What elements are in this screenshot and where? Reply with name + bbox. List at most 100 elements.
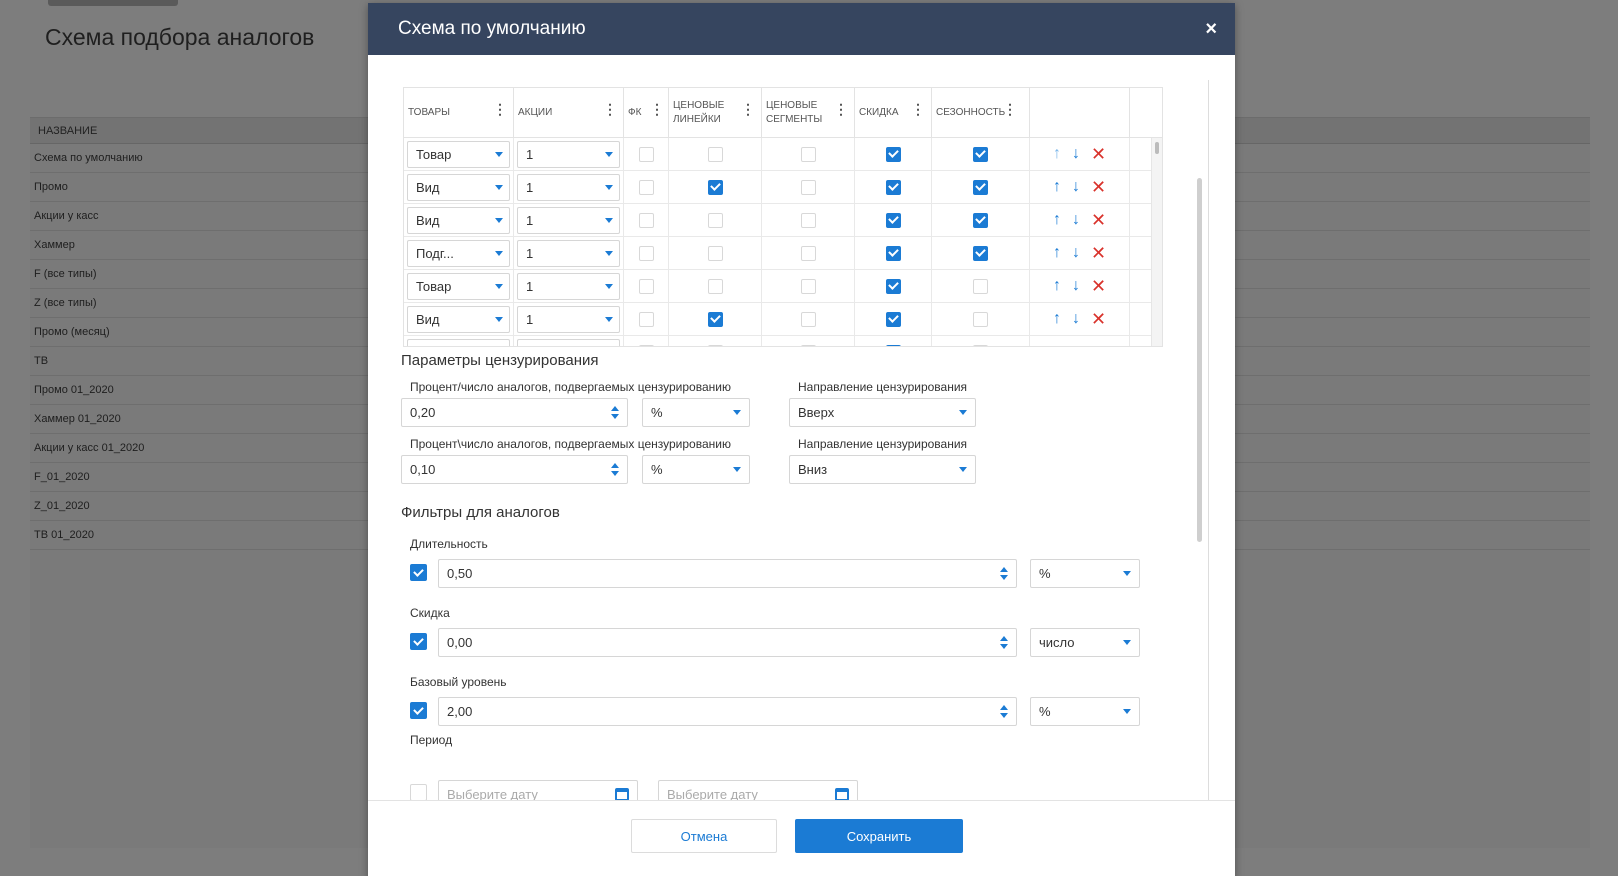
column-menu-icon[interactable]: ⋮ bbox=[650, 102, 664, 116]
seasonality-checkbox[interactable] bbox=[973, 146, 988, 162]
move-up-icon[interactable]: ↑ bbox=[1053, 277, 1061, 295]
price-lines-checkbox[interactable] bbox=[707, 245, 723, 261]
spinner-icon[interactable] bbox=[1000, 705, 1008, 718]
fk-checkbox[interactable] bbox=[638, 278, 654, 294]
move-up-icon[interactable]: ↑ bbox=[1053, 178, 1061, 196]
seasonality-checkbox[interactable] bbox=[973, 344, 988, 346]
price-segments-checkbox[interactable] bbox=[800, 344, 816, 346]
censoring-unit-select[interactable]: % bbox=[642, 398, 750, 427]
move-up-icon[interactable]: ↑ bbox=[1053, 211, 1061, 229]
filter-baseline-checkbox[interactable] bbox=[410, 702, 427, 719]
spinner-icon[interactable] bbox=[611, 463, 619, 476]
column-menu-icon[interactable]: ⋮ bbox=[603, 102, 617, 116]
price-lines-checkbox[interactable] bbox=[707, 212, 723, 228]
promos-select[interactable]: 1 bbox=[517, 173, 620, 201]
promos-select[interactable]: 1 bbox=[517, 140, 620, 168]
fk-checkbox[interactable] bbox=[638, 179, 654, 195]
save-button[interactable]: Сохранить bbox=[795, 819, 963, 853]
price-segments-checkbox[interactable] bbox=[800, 179, 816, 195]
goods-select[interactable]: Подг... bbox=[407, 239, 510, 267]
price-segments-checkbox[interactable] bbox=[800, 311, 816, 327]
column-menu-icon[interactable]: ⋮ bbox=[1003, 102, 1017, 116]
filter-discount-checkbox[interactable] bbox=[410, 633, 427, 650]
goods-select[interactable]: Вид bbox=[407, 173, 510, 201]
period-from-input[interactable]: Выберите дату bbox=[438, 780, 638, 800]
goods-select[interactable]: Вид bbox=[407, 305, 510, 333]
cancel-button[interactable]: Отмена bbox=[631, 819, 777, 853]
period-to-input[interactable]: Выберите дату bbox=[658, 780, 858, 800]
column-menu-icon[interactable]: ⋮ bbox=[741, 102, 755, 116]
price-segments-checkbox[interactable] bbox=[800, 245, 816, 261]
fk-checkbox[interactable] bbox=[638, 311, 654, 327]
move-up-icon[interactable]: ↑ bbox=[1053, 343, 1061, 346]
move-down-icon[interactable]: ↓ bbox=[1072, 343, 1080, 346]
delete-icon[interactable]: ✕ bbox=[1091, 144, 1106, 165]
fk-checkbox[interactable] bbox=[638, 212, 654, 228]
promos-select[interactable]: 1 bbox=[517, 272, 620, 300]
promos-select[interactable]: 1 bbox=[517, 206, 620, 234]
seasonality-checkbox[interactable] bbox=[973, 278, 988, 294]
price-segments-checkbox[interactable] bbox=[800, 278, 816, 294]
censoring-count-input[interactable]: 0,20 bbox=[401, 398, 628, 427]
fk-checkbox[interactable] bbox=[638, 146, 654, 162]
discount-checkbox[interactable] bbox=[885, 344, 901, 346]
delete-icon[interactable]: ✕ bbox=[1091, 276, 1106, 297]
move-down-icon[interactable]: ↓ bbox=[1072, 244, 1080, 262]
delete-icon[interactable]: ✕ bbox=[1091, 177, 1106, 198]
fk-checkbox[interactable] bbox=[638, 344, 654, 346]
filter-duration-checkbox[interactable] bbox=[410, 564, 427, 581]
goods-select[interactable]: Вид bbox=[407, 338, 510, 346]
promos-select[interactable]: 1 bbox=[517, 338, 620, 346]
seasonality-checkbox[interactable] bbox=[973, 212, 988, 228]
censoring-count-input[interactable]: 0,10 bbox=[401, 455, 628, 484]
price-segments-checkbox[interactable] bbox=[800, 146, 816, 162]
promos-select[interactable]: 1 bbox=[517, 239, 620, 267]
goods-select[interactable]: Вид bbox=[407, 206, 510, 234]
seasonality-checkbox[interactable] bbox=[973, 179, 988, 195]
move-up-icon[interactable]: ↑ bbox=[1053, 145, 1061, 163]
move-up-icon[interactable]: ↑ bbox=[1053, 244, 1061, 262]
filter-duration-input[interactable]: 0,50 bbox=[438, 559, 1017, 588]
delete-icon[interactable]: ✕ bbox=[1091, 210, 1106, 231]
spinner-icon[interactable] bbox=[1000, 567, 1008, 580]
price-lines-checkbox[interactable] bbox=[707, 179, 723, 195]
move-down-icon[interactable]: ↓ bbox=[1072, 277, 1080, 295]
column-menu-icon[interactable]: ⋮ bbox=[911, 102, 925, 116]
close-icon[interactable]: × bbox=[1205, 19, 1217, 39]
spinner-icon[interactable] bbox=[611, 406, 619, 419]
seasonality-checkbox[interactable] bbox=[973, 245, 988, 261]
discount-checkbox[interactable] bbox=[885, 146, 901, 162]
filter-discount-unit-select[interactable]: число bbox=[1030, 628, 1140, 657]
move-down-icon[interactable]: ↓ bbox=[1072, 310, 1080, 328]
move-down-icon[interactable]: ↓ bbox=[1072, 211, 1080, 229]
price-lines-checkbox[interactable] bbox=[707, 311, 723, 327]
price-lines-checkbox[interactable] bbox=[707, 146, 723, 162]
delete-icon[interactable]: ✕ bbox=[1091, 342, 1106, 347]
grid-scroll-thumb[interactable] bbox=[1155, 142, 1159, 154]
grid-scrollbar[interactable] bbox=[1151, 138, 1162, 346]
move-up-icon[interactable]: ↑ bbox=[1053, 310, 1061, 328]
price-lines-checkbox[interactable] bbox=[707, 344, 723, 346]
goods-select[interactable]: Товар bbox=[407, 272, 510, 300]
promos-select[interactable]: 1 bbox=[517, 305, 620, 333]
censoring-unit-select[interactable]: % bbox=[642, 455, 750, 484]
goods-select[interactable]: Товар bbox=[407, 140, 510, 168]
filter-discount-input[interactable]: 0,00 bbox=[438, 628, 1017, 657]
censoring-direction-select[interactable]: Вниз bbox=[789, 455, 976, 484]
filter-duration-unit-select[interactable]: % bbox=[1030, 559, 1140, 588]
dialog-scrollbar[interactable] bbox=[1197, 178, 1202, 542]
column-menu-icon[interactable]: ⋮ bbox=[493, 102, 507, 116]
discount-checkbox[interactable] bbox=[885, 311, 901, 327]
discount-checkbox[interactable] bbox=[885, 179, 901, 195]
seasonality-checkbox[interactable] bbox=[973, 311, 988, 327]
fk-checkbox[interactable] bbox=[638, 245, 654, 261]
discount-checkbox[interactable] bbox=[885, 212, 901, 228]
calendar-icon[interactable] bbox=[835, 788, 849, 800]
price-lines-checkbox[interactable] bbox=[707, 278, 723, 294]
filter-baseline-unit-select[interactable]: % bbox=[1030, 697, 1140, 726]
discount-checkbox[interactable] bbox=[885, 245, 901, 261]
filter-baseline-input[interactable]: 2,00 bbox=[438, 697, 1017, 726]
column-menu-icon[interactable]: ⋮ bbox=[834, 102, 848, 116]
spinner-icon[interactable] bbox=[1000, 636, 1008, 649]
filter-period-checkbox[interactable] bbox=[410, 784, 427, 800]
